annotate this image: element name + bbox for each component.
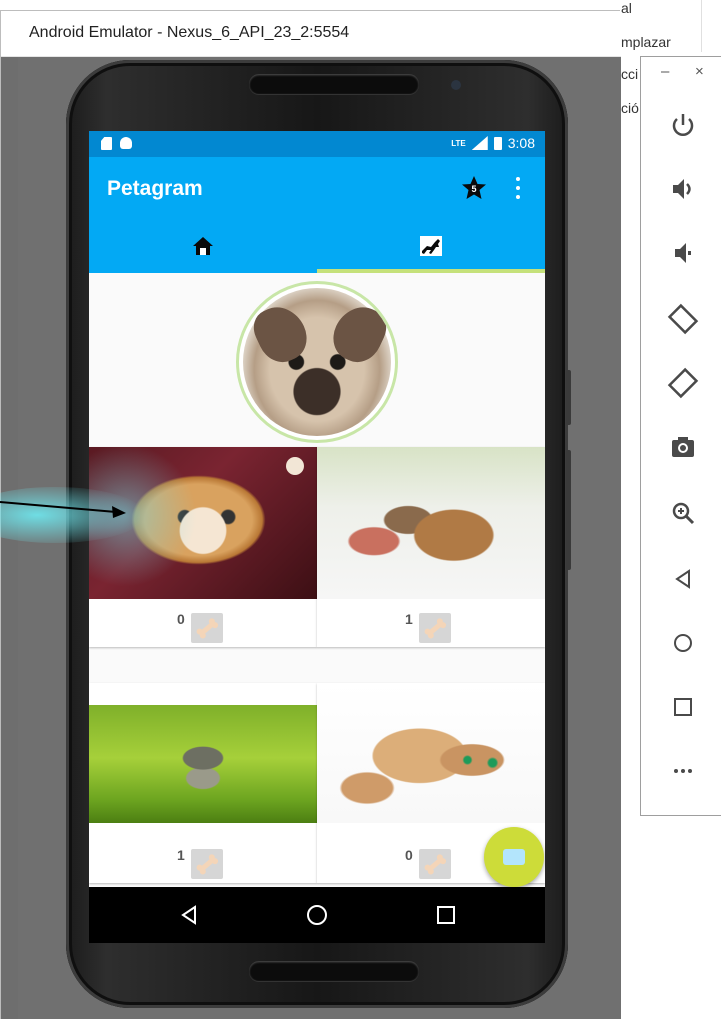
bone-icon [196,854,219,875]
photo-badge-icon [286,457,304,475]
phone-top-speaker [249,74,419,94]
tab-bar [89,217,545,273]
emulator-titlebar[interactable]: Android Emulator - Nexus_6_API_23_2:5554 [1,11,621,57]
phone-front-camera [451,80,461,90]
pet-card[interactable]: 1 [89,683,317,883]
back-icon [675,569,690,589]
nav-back-button[interactable] [177,903,201,927]
screenshot-icon [672,437,694,457]
android-nav-bar [89,887,545,943]
emulator-title: Android Emulator - Nexus_6_API_23_2:5554 [29,24,350,41]
desktop: al mplazar cci ció Android Emulator - Ne… [0,0,721,1019]
home-icon [674,634,692,652]
emulator-side-panel: – × [640,56,721,816]
rotate-right-icon [667,367,699,399]
bone-like-button[interactable] [191,613,223,643]
like-count: 0 [177,611,185,627]
profile-header [89,273,545,445]
pet-photo [89,705,317,823]
phone-power-key [566,370,571,425]
volume-up-button[interactable] [667,173,699,205]
doc-text-line: mplazar [621,34,671,50]
rotate-right-button[interactable] [667,367,699,399]
status-time: 3:08 [507,135,535,151]
rotate-left-button[interactable] [667,303,699,335]
screenshot-button[interactable] [667,431,699,463]
overview-button[interactable] [667,691,699,723]
network-type: LTE [451,138,466,148]
pet-photo [317,683,545,823]
minimize-button[interactable]: – [661,63,669,80]
nav-overview-button[interactable] [434,903,458,927]
overview-icon [674,698,692,716]
doc-text-line: cci [621,66,639,82]
doc-text-line: ció [621,100,639,116]
home-icon [307,905,327,925]
overflow-menu-icon[interactable] [513,177,523,199]
bone-like-button[interactable] [419,849,451,879]
bone-like-button[interactable] [419,613,451,643]
volume-down-button[interactable] [667,237,699,269]
phone-volume-key [566,450,571,570]
camera-fab-button[interactable] [484,827,544,887]
volume-up-icon [673,179,691,199]
pet-card[interactable]: 1 [317,447,545,647]
signal-icon [471,136,488,150]
app-bar: Petagram 5 [89,157,545,217]
android-debug-icon [120,137,132,149]
doc-divider [701,0,702,52]
camera-icon [503,849,525,865]
profile-avatar [236,281,398,443]
dog-profile-icon [419,235,443,257]
battery-icon [493,136,502,150]
pet-photo [317,447,545,599]
back-button[interactable] [667,563,699,595]
annotation-arrow [0,487,140,543]
bone-icon [424,618,447,639]
power-button[interactable] [667,109,699,141]
like-count: 1 [405,611,413,627]
home-icon [191,235,215,257]
favorites-star-icon[interactable]: 5 [461,175,487,201]
nav-home-button[interactable] [305,903,329,927]
zoom-button[interactable] [667,497,699,529]
star-badge: 5 [471,184,476,194]
phone-bottom-speaker [249,961,419,981]
sd-card-icon [101,137,112,150]
zoom-icon [672,502,695,525]
rotate-left-icon [667,303,699,335]
power-icon [672,114,694,136]
status-bar: LTE 3:08 [89,131,545,157]
doc-text-line: al [621,0,632,16]
phone-screen: LTE 3:08 Petagram 5 0 1 1 0 [89,131,545,887]
more-icon [674,769,692,773]
like-count: 1 [177,847,185,863]
like-count: 0 [405,847,413,863]
bone-icon [424,854,447,875]
bone-icon [196,618,219,639]
app-title: Petagram [107,177,203,200]
close-button[interactable]: × [695,63,704,80]
volume-down-icon [675,243,691,263]
bone-like-button[interactable] [191,849,223,879]
tab-profile[interactable] [317,217,545,273]
overview-icon [437,906,455,924]
tab-home[interactable] [89,217,317,273]
back-icon [181,905,196,925]
more-button[interactable] [667,755,699,787]
home-button[interactable] [667,627,699,659]
